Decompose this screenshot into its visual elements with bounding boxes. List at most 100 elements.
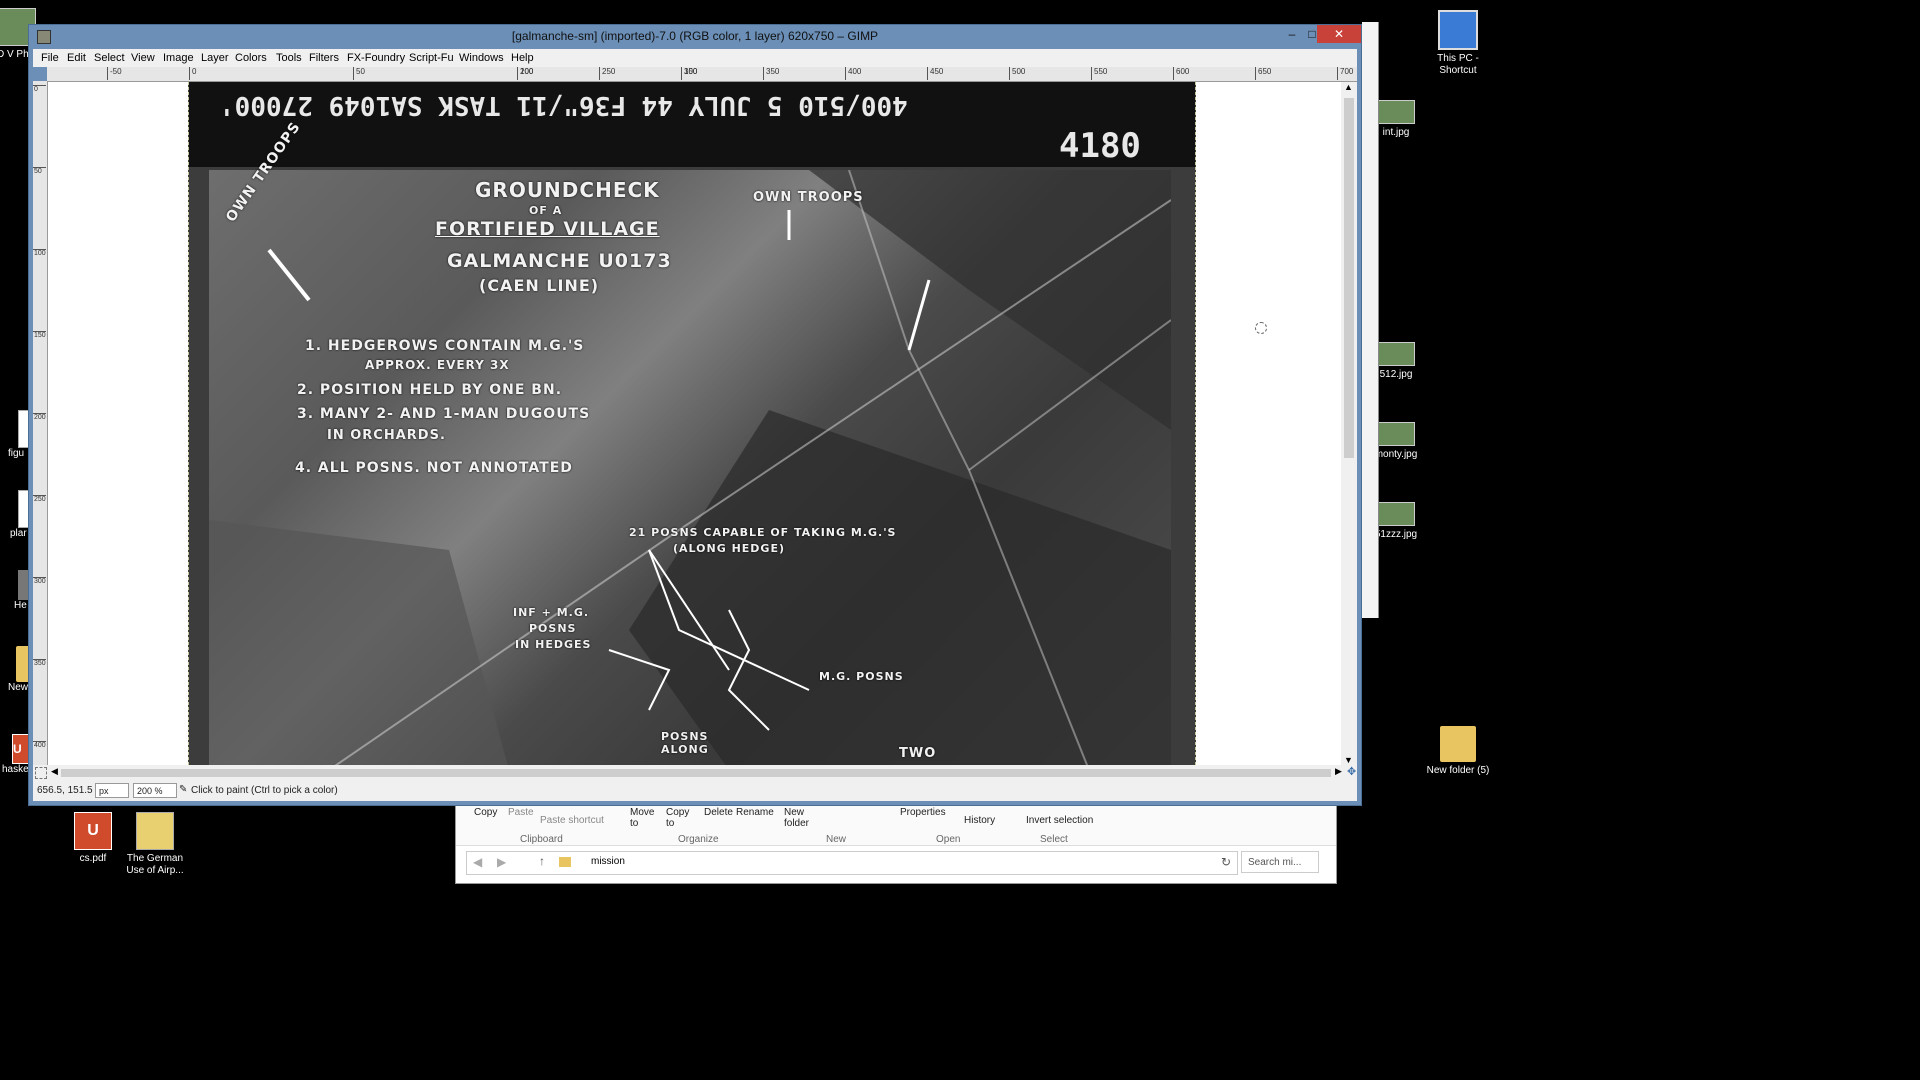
background-window-edge[interactable] [1362, 22, 1379, 618]
delete-button[interactable]: Delete [704, 807, 733, 818]
desktop-icon-label: 51zzz.jpg [1374, 529, 1418, 540]
menu-file[interactable]: File [41, 52, 59, 64]
ruler-tick: 0 [189, 67, 196, 80]
ruler-tick: 150 [33, 331, 46, 339]
desktop-icon-label: monty.jpg [1374, 449, 1418, 460]
invert-selection-button[interactable]: Invert selection [1026, 815, 1093, 826]
desktop-icon-label: New [8, 682, 29, 693]
desktop-icon-label: New folder (5) [1426, 765, 1490, 776]
desktop-icon-cs-pdf[interactable]: U cs.pdf [58, 812, 128, 865]
image-canvas[interactable]: 400/510 5 JULY 44 F36"/11 TASK SA1049 27… [48, 82, 1341, 765]
pointer-coordinates: 656.5, 151.5 [37, 785, 93, 796]
menu-filters[interactable]: Filters [309, 52, 339, 64]
navigate-icon[interactable]: ✥ [1347, 765, 1356, 778]
desktop-icon-label: plar [10, 528, 27, 539]
ruler-tick: 250 [599, 67, 615, 80]
menu-help[interactable]: Help [511, 52, 534, 64]
minimize-button[interactable]: – [1281, 25, 1303, 43]
copy-button[interactable]: Copy [474, 807, 497, 818]
ruler-tick: 350 [763, 67, 779, 80]
properties-button[interactable]: Properties [900, 807, 946, 818]
label-inf-mg: INF + M.G. [513, 606, 590, 619]
close-button[interactable]: ✕ [1317, 25, 1361, 43]
menu-select[interactable]: Select [94, 52, 125, 64]
desktop-icon-label: haske [2, 764, 29, 775]
menu-colors[interactable]: Colors [235, 52, 267, 64]
photo-note: 4. ALL POSNS. NOT ANNOTATED [295, 460, 573, 476]
back-icon[interactable]: ◀ [473, 855, 482, 869]
image-file-icon [1377, 422, 1415, 446]
vertical-ruler[interactable]: 0 50 100 150 200 250 300 350 400 [33, 81, 48, 765]
forward-icon[interactable]: ▶ [497, 855, 506, 869]
new-folder-button[interactable]: New folder [784, 807, 818, 829]
photo-band-text: 400/510 5 JULY 44 F36"/11 TASK SA1049 27… [219, 90, 908, 120]
photo-note: IN ORCHARDS. [327, 428, 446, 443]
document-icon [136, 812, 174, 850]
scroll-down-icon[interactable]: ▼ [1344, 755, 1353, 765]
photo-title-line: GALMANCHE U0173 [447, 250, 672, 272]
photo-note: 1. HEDGEROWS CONTAIN M.G.'S [305, 338, 585, 354]
label-in-hedges: IN HEDGES [515, 638, 592, 651]
photo-title-line: OF A [529, 204, 563, 217]
photo-frame-number: 4180 [1059, 126, 1141, 166]
explorer-ribbon: Copy Paste Paste shortcut Move to Copy t… [456, 801, 1336, 846]
label-along-hedge: (ALONG HEDGE) [673, 542, 785, 555]
horizontal-ruler[interactable]: -50 0 50 100 150 200 250 300 350 400 450… [47, 67, 1357, 82]
vertical-scrollbar[interactable]: ▲ ▼ [1341, 82, 1357, 765]
desktop-icon-this-pc[interactable]: This PC - Shortcut [1423, 10, 1493, 77]
menu-fx-foundry[interactable]: FX-Foundry [347, 52, 405, 64]
horizontal-scrollbar[interactable]: ◀ ▶ ✥ [33, 765, 1357, 781]
ruler-tick: 650 [1255, 67, 1271, 80]
menu-view[interactable]: View [131, 52, 155, 64]
desktop-icon-new-folder-5[interactable]: New folder (5) [1423, 726, 1493, 777]
menu-tools[interactable]: Tools [276, 52, 302, 64]
title-bar[interactable]: [galmanche-sm] (imported)-7.0 (RGB color… [29, 25, 1361, 49]
aerial-photo[interactable]: 400/510 5 JULY 44 F36"/11 TASK SA1049 27… [188, 82, 1196, 765]
up-icon[interactable]: ↑ [539, 854, 545, 868]
ruler-tick: -50 [107, 67, 122, 80]
gimp-window: [galmanche-sm] (imported)-7.0 (RGB color… [28, 24, 1362, 806]
address-bar[interactable]: ◀ ▶ ↑ mission ↻ [466, 851, 1238, 875]
scroll-right-icon[interactable]: ▶ [1335, 766, 1342, 777]
unit-selector[interactable]: px [95, 783, 129, 798]
ruler-tick: 350 [33, 659, 46, 667]
photo-note: 3. MANY 2- AND 1-MAN DUGOUTS [297, 406, 591, 422]
ruler-tick: 50 [353, 67, 365, 80]
history-button[interactable]: History [964, 815, 995, 826]
photo-note: 2. POSITION HELD BY ONE BN. [297, 382, 563, 398]
menu-image[interactable]: Image [163, 52, 194, 64]
image-file-icon [1377, 342, 1415, 366]
menu-script-fu[interactable]: Script-Fu [409, 52, 454, 64]
zoom-selector[interactable]: 200 % [133, 783, 177, 798]
ruler-tick: 100 [33, 249, 46, 257]
paste-shortcut-button[interactable]: Paste shortcut [540, 815, 604, 826]
rename-button[interactable]: Rename [736, 807, 774, 818]
menu-layer[interactable]: Layer [201, 52, 229, 64]
photo-title-line: GROUNDCHECK [475, 178, 660, 202]
new-group-label: New [826, 834, 847, 845]
scroll-left-icon[interactable]: ◀ [51, 766, 58, 777]
scroll-up-icon[interactable]: ▲ [1344, 82, 1353, 92]
horizontal-scroll-thumb[interactable] [61, 769, 1331, 777]
folder-icon [1440, 726, 1476, 762]
refresh-icon[interactable]: ↻ [1221, 855, 1231, 869]
menu-windows[interactable]: Windows [459, 52, 504, 64]
label-posns-along: POSNS ALONG [661, 730, 709, 756]
menu-edit[interactable]: Edit [67, 52, 86, 64]
ruler-tick: 300 [33, 577, 46, 585]
status-message: Click to paint (Ctrl to pick a color) [191, 785, 338, 796]
paste-button[interactable]: Paste [508, 807, 534, 818]
search-input[interactable]: Search mi... [1241, 851, 1319, 873]
desktop-icon-german-airpower[interactable]: The German Use of Airp... [120, 812, 190, 877]
ruler-tick: 600 [1173, 67, 1189, 80]
copy-to-button[interactable]: Copy to [666, 807, 696, 829]
vertical-scroll-thumb[interactable] [1344, 98, 1354, 458]
window-title: [galmanche-sm] (imported)-7.0 (RGB color… [511, 29, 879, 43]
desktop-icon-label: The German Use of Airp... [126, 853, 184, 876]
brush-cursor-icon [1255, 322, 1267, 334]
label-own-troops-top: OWN TROOPS [753, 190, 864, 205]
move-to-button[interactable]: Move to [630, 807, 660, 829]
desktop-icon-label: int.jpg [1382, 127, 1410, 138]
quick-mask-icon[interactable] [35, 767, 47, 779]
photo-note: APPROX. EVERY 3X [365, 358, 510, 372]
